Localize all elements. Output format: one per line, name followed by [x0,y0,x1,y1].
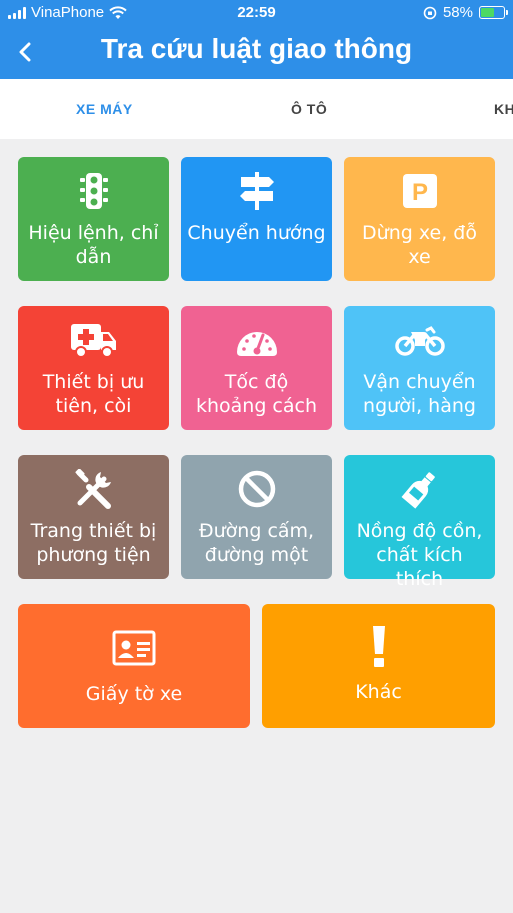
status-bar: VinaPhone 22:59 58% [0,0,513,26]
ambulance-icon [70,320,118,360]
tile-thiet-bi-uu-tien[interactable]: Thiết bị ưu tiên, còi [18,306,169,430]
signpost-icon [237,171,277,211]
tile-duong-cam[interactable]: Đường cấm, đường một [181,455,332,579]
traffic-light-icon [77,171,111,211]
parking-icon: P [402,171,438,211]
tile-label: Tốc độ khoảng cách [195,371,318,417]
app-header: VinaPhone 22:59 58% Tra cứu luật giao th… [0,0,513,79]
tab-o-to[interactable]: Ô TÔ [291,101,327,117]
prohibited-icon [237,469,277,509]
tile-label: Thiết bị ưu tiên, còi [42,371,145,417]
tile-label: Hiệu lệnh, chỉ dẫn [28,222,159,268]
tile-label: Đường cấm, đường một [198,520,315,566]
orientation-lock-icon [423,6,437,19]
id-card-icon [112,628,156,668]
motorcycle-icon [394,320,445,360]
tile-toc-do[interactable]: Tốc độ khoảng cách [181,306,332,430]
tile-hieu-lenh[interactable]: Hiệu lệnh, chỉ dẫn [18,157,169,281]
tile-label: Dừng xe, đỗ xe [362,222,477,268]
battery-icon [479,6,508,19]
speedometer-icon [235,320,279,360]
tile-label: Trang thiết bị phương tiện [30,520,157,566]
battery-percent: 58% [442,4,473,21]
tile-nong-do-con[interactable]: Nồng độ cồn, chất kích thích [344,455,495,590]
vehicle-tabs: XE MÁY Ô TÔ KH [0,79,513,139]
tab-xe-may[interactable]: XE MÁY [76,101,133,117]
exclamation-icon [369,626,389,667]
tile-giay-to-xe[interactable]: Giấy tờ xe [18,604,250,728]
tools-icon [74,469,114,509]
page-title: Tra cứu luật giao thông [100,33,413,64]
tab-kh[interactable]: KH [494,101,513,117]
tile-label: Khác [355,681,402,703]
svg-text:P: P [411,179,427,206]
tile-chuyen-huong[interactable]: Chuyển hướng [181,157,332,281]
tile-trang-thiet-bi[interactable]: Trang thiết bị phương tiện [18,455,169,579]
tile-van-chuyen[interactable]: Vận chuyển người, hàng [344,306,495,430]
tile-label: Chuyển hướng [187,222,326,244]
tile-khac[interactable]: Khác [262,604,495,728]
tile-dung-xe[interactable]: P Dừng xe, đỗ xe [344,157,495,281]
tile-label: Vận chuyển người, hàng [363,371,476,417]
tile-label: Giấy tờ xe [85,683,183,705]
bottle-icon [400,469,440,509]
tile-label: Nồng độ cồn, chất kích thích [356,520,483,590]
